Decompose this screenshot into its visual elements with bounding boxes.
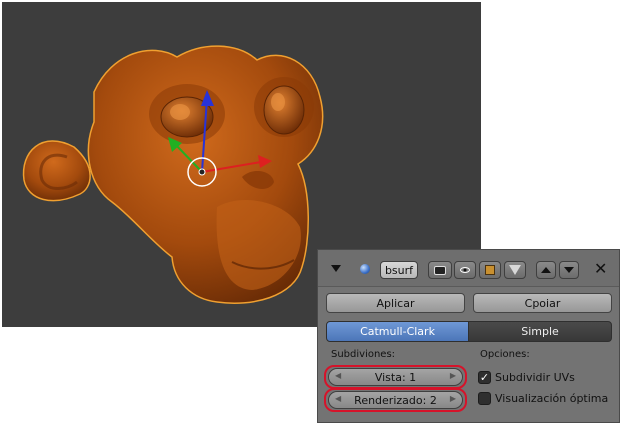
edit-cage-icon (485, 265, 495, 275)
camera-icon (434, 265, 446, 275)
edit-mode-toggle-button[interactable] (479, 261, 501, 279)
optimal-display-label: Visualización óptima (495, 392, 609, 405)
render-toggle-button[interactable] (428, 261, 452, 279)
close-icon[interactable]: ✕ (594, 259, 607, 278)
sphere-icon (360, 264, 370, 274)
decrement-arrow-icon[interactable]: ◀ (335, 371, 341, 380)
subdivide-uvs-checkbox[interactable]: ✓ (478, 371, 491, 384)
move-up-button[interactable] (536, 261, 556, 279)
arrow-up-icon (541, 267, 551, 273)
move-down-button[interactable] (559, 261, 579, 279)
optimal-display-checkbox[interactable] (478, 392, 491, 405)
eye-icon (460, 267, 470, 273)
monkey-mesh[interactable] (22, 45, 324, 304)
vertex-triangle-icon (509, 265, 521, 275)
decrement-arrow-icon[interactable]: ◀ (335, 394, 341, 403)
options-label: Opciones: (480, 349, 530, 360)
triangle-down-icon[interactable] (331, 265, 341, 272)
subdivide-uvs-label: Subdividir UVs (495, 371, 575, 384)
render-levels-field[interactable]: ◀ Renderizado: 2 ▶ (328, 391, 463, 409)
increment-arrow-icon[interactable]: ▶ (450, 371, 456, 380)
modifier-header: bsurf ✕ (318, 250, 619, 287)
subsurf-modifier-panel: bsurf ✕ Aplicar Cpoiar Catmull-Clark Sim… (317, 249, 620, 423)
copy-button[interactable]: Cpoiar (473, 293, 612, 313)
cage-toggle-button[interactable] (504, 261, 526, 279)
modifier-name-field[interactable]: bsurf (380, 261, 418, 279)
view-levels-value: Vista: 1 (374, 370, 417, 384)
render-levels-value: Renderizado: 2 (354, 393, 437, 407)
subdivisions-label: Subdiviones: (331, 349, 396, 360)
tab-catmull-clark[interactable]: Catmull-Clark (326, 321, 469, 342)
apply-button[interactable]: Aplicar (326, 293, 465, 313)
view-toggle-button[interactable] (454, 261, 476, 279)
view-levels-field[interactable]: ◀ Vista: 1 ▶ (328, 368, 463, 386)
arrow-down-icon (564, 267, 574, 273)
tab-simple[interactable]: Simple (468, 321, 612, 342)
increment-arrow-icon[interactable]: ▶ (450, 394, 456, 403)
